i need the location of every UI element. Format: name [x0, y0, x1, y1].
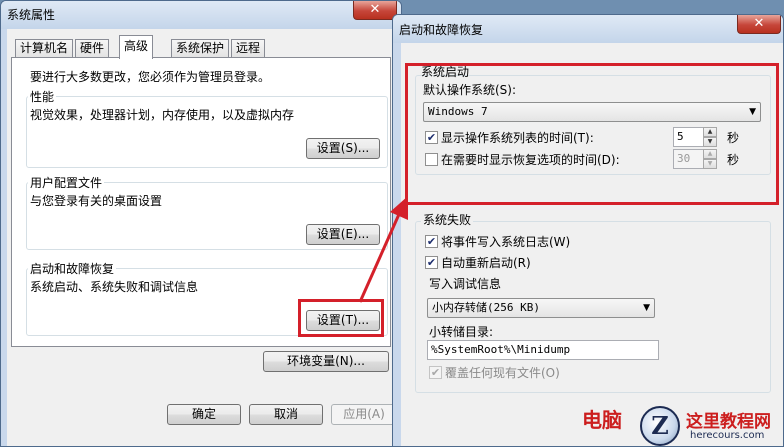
window-title: 系统属性: [7, 8, 56, 22]
dialog-close-button[interactable]: ✕: [737, 15, 781, 34]
chevron-down-icon: ▼: [643, 303, 650, 313]
admin-note: 要进行大多数更改，您必须作为管理员登录。: [30, 70, 271, 84]
startup-recovery-window: 启动和故障恢复 ✕ 系统启动 默认操作系统(S): Windows 7 ▼ ✔ …: [392, 14, 784, 447]
user-profiles-desc: 与您登录有关的桌面设置: [30, 194, 163, 208]
cancel-button[interactable]: 取消: [249, 404, 323, 425]
ok-button[interactable]: 确定: [167, 404, 241, 425]
tab-remote[interactable]: 远程: [231, 39, 266, 57]
overwrite-label: 覆盖任何现有文件(O): [445, 366, 560, 380]
write-log-label: 将事件写入系统日志(W): [441, 235, 571, 249]
environment-variables-button[interactable]: 环境变量(N)...: [263, 351, 389, 372]
startup-recovery-titlebar[interactable]: 启动和故障恢复: [393, 15, 783, 43]
debug-info-title: 写入调试信息: [429, 277, 502, 291]
performance-settings-button[interactable]: 设置(S)...: [306, 138, 380, 159]
system-properties-titlebar[interactable]: 系统属性: [1, 1, 401, 29]
startup-recovery-title: 启动和故障恢复: [28, 260, 117, 277]
system-failure-title: 系统失败: [421, 211, 474, 228]
auto-restart-checkbox[interactable]: ✔: [425, 256, 438, 269]
performance-title: 性能: [28, 88, 57, 105]
overwrite-checkbox[interactable]: ✔: [429, 366, 442, 379]
watermark-site-name: 这里教程网: [686, 412, 771, 432]
tab-computer-name[interactable]: 计算机名: [15, 39, 74, 57]
performance-desc: 视觉效果，处理器计划，内存使用，以及虚拟内存: [30, 108, 295, 122]
tab-system-protection[interactable]: 系统保护: [171, 39, 230, 57]
watermark-logo-icon: Z: [640, 406, 680, 446]
debug-info-dropdown[interactable]: 小内存转储(256 KB) ▼: [427, 298, 655, 318]
highlight-system-startup: [405, 63, 779, 205]
apply-button[interactable]: 应用(A): [331, 404, 397, 425]
startup-recovery-desc: 系统启动、系统失败和调试信息: [30, 280, 199, 294]
arrow-icon: [358, 196, 408, 303]
write-log-checkbox[interactable]: ✔: [425, 235, 438, 248]
debug-info-value: 小内存转储(256 KB): [432, 301, 540, 314]
tab-advanced[interactable]: 高级: [119, 35, 154, 59]
user-profiles-title: 用户配置文件: [28, 174, 105, 191]
dialog-title: 启动和故障恢复: [399, 23, 484, 37]
dump-dir-input[interactable]: %SystemRoot%\Minidump: [427, 340, 659, 360]
watermark-site-url: herecours.com: [690, 430, 765, 441]
close-button[interactable]: ✕: [353, 1, 397, 20]
watermark-left-text: 电脑: [582, 408, 622, 432]
dump-dir-label: 小转储目录:: [429, 325, 494, 339]
auto-restart-label: 自动重新启动(R): [441, 256, 531, 270]
tab-hardware[interactable]: 硬件: [75, 39, 110, 57]
